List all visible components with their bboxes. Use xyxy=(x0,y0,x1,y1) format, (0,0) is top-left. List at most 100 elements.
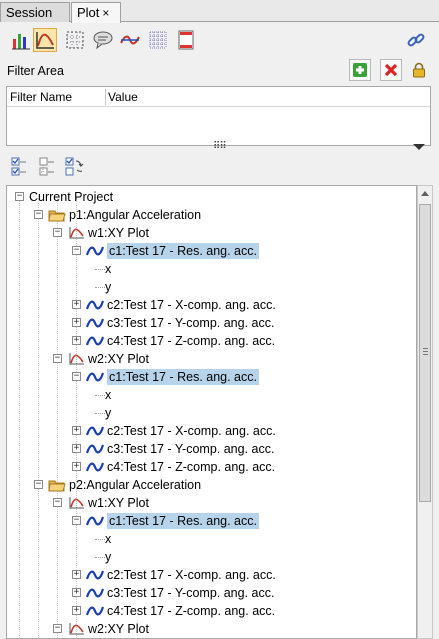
expand-toggle-icon[interactable]: + xyxy=(72,318,81,327)
delete-filter-button[interactable] xyxy=(380,59,402,81)
column-separator[interactable] xyxy=(105,89,106,105)
tab-plot[interactable]: Plot × xyxy=(71,2,121,23)
collapse-toggle-icon[interactable]: − xyxy=(34,210,43,219)
tree-window[interactable]: w2:XY Plot xyxy=(67,350,149,368)
xy-plot-icon[interactable] xyxy=(33,28,57,52)
grid-icon[interactable] xyxy=(146,28,170,52)
collapse-toggle-icon[interactable]: − xyxy=(34,480,43,489)
expand-toggle-icon[interactable]: + xyxy=(72,444,81,453)
expand-toggle-icon[interactable]: + xyxy=(72,588,81,597)
tree-connector xyxy=(95,395,105,396)
grip-line xyxy=(423,348,428,349)
splitter-grip[interactable]: ⠿⠿ xyxy=(213,141,227,152)
collapse-toggle-icon[interactable]: − xyxy=(53,228,62,237)
curve-icon xyxy=(85,370,105,384)
collapse-toggle-icon[interactable]: − xyxy=(72,516,81,525)
toggle-check-icon[interactable] xyxy=(64,156,86,178)
filter-table[interactable]: Filter Name Value xyxy=(6,86,431,146)
curve-icon xyxy=(85,334,105,348)
tree-curve[interactable]: c4:Test 17 - Z-comp. ang. acc. xyxy=(85,332,275,350)
collapse-toggle-icon[interactable]: − xyxy=(53,354,62,363)
tree-vector[interactable]: y xyxy=(105,404,111,422)
tree-item-label: c3:Test 17 - Y-comp. ang. acc. xyxy=(107,442,275,456)
tree-window[interactable]: w2:XY Plot xyxy=(67,620,149,638)
tree-page[interactable]: p1:Angular Acceleration xyxy=(48,206,201,224)
curve-icon xyxy=(85,586,105,600)
tree-curve[interactable]: c2:Test 17 - X-comp. ang. acc. xyxy=(85,566,276,584)
tree-scrollbar[interactable] xyxy=(417,185,433,639)
check-all-icon[interactable] xyxy=(8,156,30,178)
xy-plot-icon xyxy=(67,622,85,636)
tree-item-label: w2:XY Plot xyxy=(88,622,149,636)
scrollbar-thumb[interactable] xyxy=(419,204,431,502)
tree-curve[interactable]: c3:Test 17 - Y-comp. ang. acc. xyxy=(85,584,274,602)
tree-vector[interactable]: x xyxy=(105,386,111,404)
tree-curve[interactable]: c3:Test 17 - Y-comp. ang. acc. xyxy=(85,440,275,458)
bar-chart-icon[interactable] xyxy=(9,28,33,52)
scroll-up-icon[interactable] xyxy=(421,191,429,196)
tree-item-label: c4:Test 17 - Z-comp. ang. acc. xyxy=(107,460,276,474)
tree-item-label: p2:Angular Acceleration xyxy=(69,478,202,492)
collapse-arrow-icon[interactable] xyxy=(413,144,425,150)
add-filter-button[interactable] xyxy=(349,59,371,81)
folder-icon xyxy=(48,208,66,222)
tree-curve[interactable]: c4:Test 17 - Z-comp. ang. acc. xyxy=(85,458,276,476)
tree-curve[interactable]: c2:Test 17 - X-comp. ang. acc. xyxy=(85,422,276,440)
header-footer-icon[interactable] xyxy=(174,28,198,52)
tree-page[interactable]: p2:Angular Acceleration xyxy=(48,476,201,494)
tree-guide-line xyxy=(19,198,20,638)
column-value[interactable]: Value xyxy=(108,90,138,104)
tree-item-label: Current Project xyxy=(29,190,114,204)
expand-toggle-icon[interactable]: + xyxy=(72,606,81,615)
note-icon[interactable] xyxy=(91,28,115,52)
tab-plot-label: Plot xyxy=(77,5,100,20)
axis-grid-icon[interactable] xyxy=(63,28,87,52)
expand-toggle-icon[interactable]: + xyxy=(72,426,81,435)
lock-icon[interactable] xyxy=(411,62,427,78)
uncheck-all-icon[interactable] xyxy=(36,156,58,178)
tree-curve[interactable]: c2:Test 17 - X-comp. ang. acc. xyxy=(85,296,276,314)
tree-item-label: y xyxy=(105,280,112,294)
tree-item-label: c2:Test 17 - X-comp. ang. acc. xyxy=(107,298,276,312)
tree-item-label: c2:Test 17 - X-comp. ang. acc. xyxy=(107,568,276,582)
tab-session[interactable]: Session xyxy=(0,2,70,22)
plot-toolbar xyxy=(0,22,439,58)
curve-attributes-icon[interactable] xyxy=(118,28,142,52)
tree-curve[interactable]: c1:Test 17 - Res. ang. acc. xyxy=(85,368,259,386)
tree-item-label: x xyxy=(105,262,112,276)
project-tree[interactable]: − Current Project − p1:Angular Acceleration… xyxy=(6,185,417,639)
tree-item-label: p1:Angular Acceleration xyxy=(69,208,202,222)
tree-vector[interactable]: x xyxy=(105,530,111,548)
tree-vector[interactable]: x xyxy=(105,260,111,278)
column-filter-name[interactable]: Filter Name xyxy=(10,90,72,104)
expand-toggle-icon[interactable]: + xyxy=(72,300,81,309)
tree-window[interactable]: w1:XY Plot xyxy=(67,224,149,242)
tree-curve[interactable]: c3:Test 17 - Y-comp. ang. acc. xyxy=(85,314,275,332)
tree-root[interactable]: Current Project xyxy=(29,188,113,206)
tree-vector[interactable]: y xyxy=(105,278,111,296)
xy-plot-icon xyxy=(67,496,85,510)
curve-icon xyxy=(85,604,105,618)
tree-item-label: c1:Test 17 - Res. ang. acc. xyxy=(107,243,259,259)
expand-toggle-icon[interactable]: + xyxy=(72,336,81,345)
expand-toggle-icon[interactable]: + xyxy=(72,462,81,471)
filter-splitter[interactable]: ⠿⠿ xyxy=(6,141,431,152)
tree-connector xyxy=(95,539,105,540)
tree-curve[interactable]: c1:Test 17 - Res. ang. acc. xyxy=(85,242,259,260)
expand-toggle-icon[interactable]: + xyxy=(72,570,81,579)
tree-connector xyxy=(95,269,105,270)
collapse-toggle-icon[interactable]: − xyxy=(15,192,24,201)
curve-icon xyxy=(85,316,105,330)
collapse-toggle-icon[interactable]: − xyxy=(72,372,81,381)
tree-vector[interactable]: y xyxy=(105,548,111,566)
link-icon[interactable] xyxy=(404,28,428,52)
tree-window[interactable]: w1:XY Plot xyxy=(67,494,149,512)
tree-item-label: c3:Test 17 - Y-comp. ang. acc. xyxy=(107,316,275,330)
tree-connector xyxy=(95,557,105,558)
tree-curve[interactable]: c4:Test 17 - Z-comp. ang. acc. xyxy=(85,602,275,620)
collapse-toggle-icon[interactable]: − xyxy=(72,246,81,255)
collapse-toggle-icon[interactable]: − xyxy=(53,498,62,507)
close-icon[interactable]: × xyxy=(102,6,109,20)
collapse-toggle-icon[interactable]: − xyxy=(53,624,62,633)
tree-curve[interactable]: c1:Test 17 - Res. ang. acc. xyxy=(85,512,259,530)
